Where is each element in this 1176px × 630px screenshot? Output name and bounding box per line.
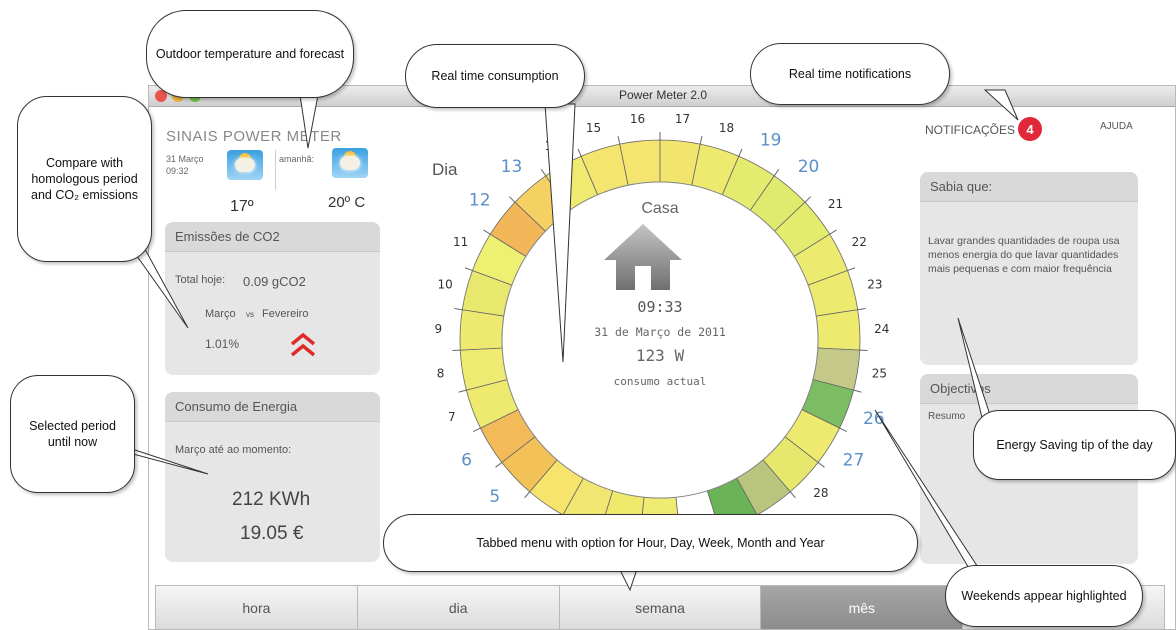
day-tick: [508, 196, 516, 203]
day-tick: [857, 308, 866, 311]
day-label-18: 18: [719, 121, 734, 135]
day-tick: [789, 491, 796, 499]
double-chevron-up-icon: [290, 332, 316, 357]
energy-kwh: 212 KWh: [232, 489, 311, 510]
day-label-9: 9: [434, 322, 442, 336]
callout-selected-period: Selected period until now: [10, 375, 135, 493]
day-label-23: 23: [867, 277, 882, 291]
app-title: SINAIS POWER METER: [166, 128, 342, 145]
house-icon: [604, 224, 682, 290]
day-segment-9[interactable]: [459, 309, 505, 351]
day-label-26: 26: [863, 409, 885, 429]
day-label-11: 11: [453, 235, 468, 249]
compare-vs: vs: [246, 310, 254, 319]
today-time: 09:32: [166, 166, 189, 176]
notifications-badge[interactable]: 4: [1018, 117, 1042, 141]
callout-tabbed-menu: Tabbed menu with option for Hour, Day, W…: [383, 514, 918, 572]
tomorrow-label: amanhã:: [279, 154, 315, 164]
objectives-title: Objectivos: [920, 374, 1138, 404]
day-label-20: 20: [798, 157, 820, 177]
tab-mes[interactable]: mês: [760, 585, 963, 630]
help-link[interactable]: AJUDA: [1100, 121, 1133, 132]
callout-energy-saving-tip: Energy Saving tip of the day: [973, 410, 1176, 480]
energy-panel: Consumo de Energia Março até ao momento:…: [165, 392, 380, 562]
day-tick: [473, 427, 481, 433]
emissions-panel: Emissões de CO2 Total hoje: 0.09 gCO2 Ma…: [165, 222, 380, 375]
day-label-12: 12: [469, 190, 491, 210]
day-tick: [458, 389, 467, 393]
day-label-14: 14: [545, 139, 560, 153]
day-tick: [540, 168, 547, 177]
day-segment-24[interactable]: [815, 309, 861, 351]
compare-month-current: Março: [205, 308, 236, 320]
compare-percent: 1.01%: [205, 337, 240, 351]
dial-date: 31 de Março de 2011: [594, 325, 726, 339]
callout-compare: Compare with homologous period and CO₂ e…: [17, 96, 152, 262]
tip-title: Sabia que:: [920, 172, 1138, 202]
day-label-19: 19: [760, 131, 782, 151]
day-label-17: 17: [675, 112, 690, 126]
day-label-21: 21: [828, 197, 843, 211]
dial-power: 123 W: [635, 346, 685, 365]
today-temperature: 17º: [230, 198, 254, 215]
day-label-13: 13: [501, 157, 523, 177]
day-tick: [804, 196, 812, 203]
day-tick: [853, 389, 862, 393]
day-label-15: 15: [586, 121, 601, 135]
day-label-16: 16: [630, 112, 645, 126]
callout-outdoor-temperature: Outdoor temperature and forecast: [146, 10, 354, 98]
day-label-25: 25: [872, 367, 887, 381]
day-label-7: 7: [448, 410, 456, 424]
notifications-link[interactable]: NOTIFICAÇÕES: [925, 123, 1015, 137]
day-tick: [773, 168, 780, 177]
emissions-title: Emissões de CO2: [165, 222, 380, 252]
day-label-6: 6: [461, 451, 472, 471]
day-label-10: 10: [437, 277, 452, 291]
day-tick: [464, 267, 473, 272]
place-label: Casa: [641, 200, 679, 217]
day-tick: [454, 308, 463, 311]
dial-time: 09:33: [637, 298, 683, 316]
today-date: 31 Março: [166, 154, 204, 164]
compare-month-previous: Fevereiro: [262, 308, 309, 320]
day-tick: [847, 267, 856, 272]
callout-real-time-consumption: Real time consumption: [405, 44, 585, 108]
day-tick: [839, 427, 847, 433]
day-label-28: 28: [813, 486, 828, 500]
callout-real-time-notifications: Real time notifications: [750, 43, 950, 105]
day-tick: [524, 491, 531, 499]
energy-title: Consumo de Energia: [165, 392, 380, 422]
tab-hora[interactable]: hora: [155, 585, 357, 630]
objectives-summary: Resumo: [928, 411, 966, 422]
day-tick: [817, 462, 825, 468]
energy-period-label: Março até ao momento:: [175, 444, 292, 456]
day-tick: [577, 148, 582, 157]
partly-cloudy-icon: [332, 148, 368, 178]
tab-semana[interactable]: semana: [558, 585, 761, 630]
tip-panel: Sabia que: Lavar grandes quantidades de …: [920, 172, 1138, 365]
callout-weekends-highlighted: Weekends appear highlighted: [945, 565, 1143, 627]
day-tick: [699, 136, 703, 145]
energy-cost: 19.05 €: [240, 523, 304, 544]
day-label-8: 8: [437, 367, 445, 381]
emissions-total-label: Total hoje:: [175, 274, 226, 286]
emissions-total-value: 0.09 gCO2: [243, 274, 306, 289]
day-tick: [829, 229, 837, 235]
tab-dia[interactable]: dia: [356, 585, 559, 630]
weather-divider: [275, 150, 276, 190]
day-label-24: 24: [874, 322, 889, 336]
day-label-5: 5: [489, 487, 500, 507]
dial-power-label: consumo actual: [613, 375, 707, 388]
day-label-27: 27: [843, 451, 865, 471]
day-label-22: 22: [852, 235, 867, 249]
day-tick: [495, 462, 503, 468]
day-tick: [483, 229, 491, 235]
tip-text: Lavar grandes quantidades de roupa usa m…: [928, 235, 1120, 275]
sunny-icon: [227, 150, 263, 180]
day-tick: [738, 148, 743, 157]
day-tick: [617, 136, 621, 145]
tomorrow-temperature: 20º C: [328, 194, 366, 211]
